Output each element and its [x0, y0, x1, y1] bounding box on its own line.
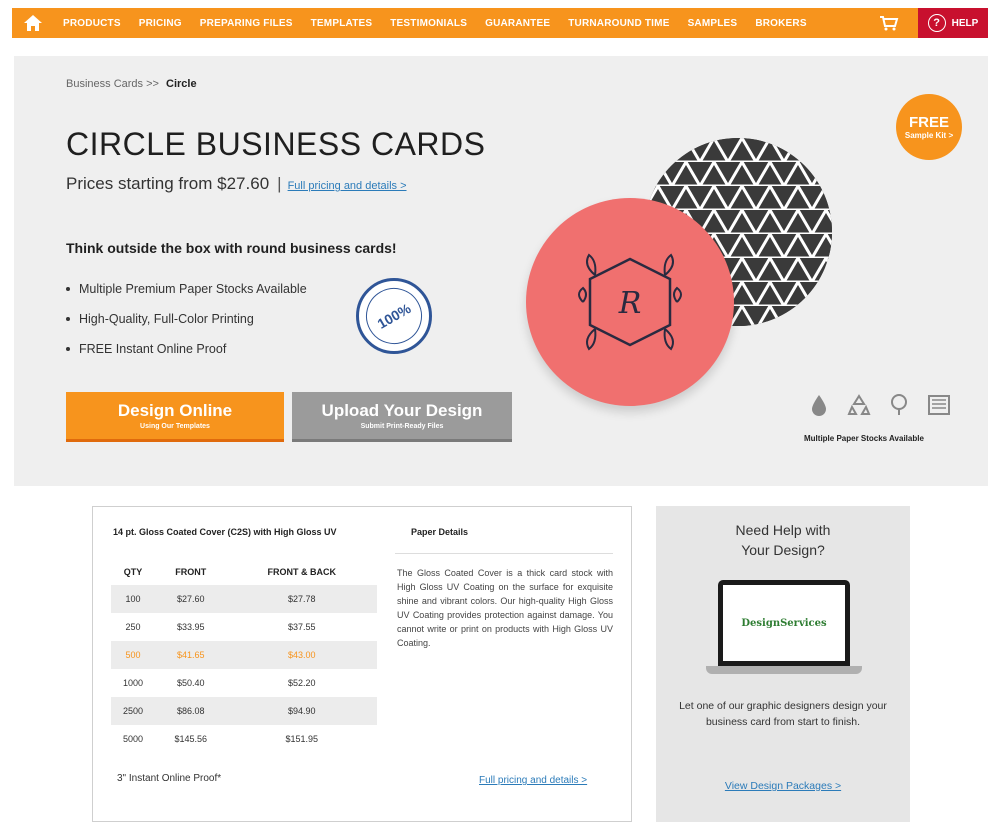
- top-nav: PRODUCTS PRICING PREPARING FILES TEMPLAT…: [12, 8, 988, 38]
- table-row[interactable]: 1000 $50.40 $52.20: [111, 669, 377, 697]
- feature-item: FREE Instant Online Proof: [66, 342, 307, 356]
- column-header: FRONT & BACK: [267, 567, 337, 577]
- front-price-cell: $50.40: [176, 678, 205, 688]
- help-label: HELP: [951, 17, 979, 29]
- stock-title: 14 pt. Gloss Coated Cover (C2S) with Hig…: [113, 527, 337, 537]
- price-separator: |: [277, 174, 282, 193]
- tagline: Think outside the box with round busines…: [66, 240, 397, 256]
- nav-item-preparing-files[interactable]: PREPARING FILES: [191, 18, 302, 29]
- table-row[interactable]: 100 $27.60 $27.78: [111, 585, 377, 613]
- nav-item-brokers[interactable]: BROKERS: [746, 18, 815, 29]
- table-row[interactable]: 5000 $145.56 $151.95: [111, 725, 377, 753]
- view-design-packages-link[interactable]: View Design Packages >: [656, 780, 910, 792]
- table-row[interactable]: 2500 $86.08 $94.90: [111, 697, 377, 725]
- free-badge-small: Sample Kit >: [904, 130, 954, 140]
- front-price-cell: $27.60: [155, 585, 227, 613]
- floral-frame-icon: R: [578, 253, 682, 351]
- design-online-button[interactable]: Design Online Using Our Templates: [66, 392, 284, 442]
- instant-proof-note: 3" Instant Online Proof*: [117, 773, 222, 784]
- eco-icons: [802, 392, 956, 418]
- free-sample-kit-badge[interactable]: FREE Sample Kit >: [896, 94, 962, 160]
- nav-item-guarantee[interactable]: GUARANTEE: [476, 18, 559, 29]
- upload-design-sublabel: Submit Print-Ready Files: [360, 423, 444, 430]
- seal-text: 100%: [374, 300, 414, 332]
- upload-design-label: Upload Your Design: [321, 401, 483, 420]
- page-title: CIRCLE BUSINESS CARDS: [66, 126, 486, 162]
- qty-cell: 1000: [122, 678, 144, 688]
- qty-cell: 2500: [111, 697, 155, 725]
- help-description: Let one of our graphic designers design …: [679, 700, 887, 729]
- qty-cell: 5000: [122, 734, 144, 744]
- nav-item-testimonials[interactable]: TESTIMONIALS: [381, 18, 476, 29]
- table-row[interactable]: 250 $33.95 $37.55: [111, 613, 377, 641]
- details-divider: [395, 553, 613, 554]
- front-back-price-cell: $52.20: [287, 678, 316, 688]
- design-online-label: Design Online: [117, 401, 233, 420]
- front-price-cell: $145.56: [174, 734, 208, 744]
- breadcrumb: Business Cards >> Circle: [66, 78, 197, 90]
- upload-design-button[interactable]: Upload Your Design Submit Print-Ready Fi…: [292, 392, 512, 442]
- qty-cell: 500: [111, 641, 155, 669]
- help-heading-line1: Need Help with: [735, 522, 831, 538]
- front-back-price-cell: $27.78: [226, 585, 377, 613]
- nav-item-pricing[interactable]: PRICING: [130, 18, 191, 29]
- question-icon: ?: [927, 14, 946, 32]
- front-back-price-cell: $43.00: [226, 641, 377, 669]
- qty-cell: 100: [111, 585, 155, 613]
- nav-item-templates[interactable]: TEMPLATES: [302, 18, 382, 29]
- cart-icon[interactable]: [874, 8, 904, 38]
- front-price-cell: $33.95: [176, 622, 205, 632]
- monogram-letter: R: [618, 286, 642, 321]
- pricing-panel: 14 pt. Gloss Coated Cover (C2S) with Hig…: [92, 506, 632, 822]
- table-header-row: QTY FRONT FRONT & BACK: [111, 559, 377, 585]
- table-row-highlighted[interactable]: 500 $41.65 $43.00: [111, 641, 377, 669]
- paper-details-text: The Gloss Coated Cover is a thick card s…: [397, 568, 613, 648]
- feature-item: Multiple Premium Paper Stocks Available: [66, 282, 307, 296]
- pricing-link[interactable]: Full pricing and details >: [288, 180, 407, 192]
- front-back-price-cell: $151.95: [285, 734, 319, 744]
- usa-made-icon: [922, 392, 956, 418]
- breadcrumb-current: Circle: [166, 78, 197, 90]
- price-table: QTY FRONT FRONT & BACK 100 $27.60 $27.78…: [111, 559, 377, 753]
- front-price-cell: $86.08: [155, 697, 227, 725]
- nav-item-products[interactable]: PRODUCTS: [54, 18, 130, 29]
- full-pricing-link[interactable]: Full pricing and details >: [479, 775, 587, 786]
- front-back-price-cell: $94.90: [226, 697, 377, 725]
- front-back-price-cell: $37.55: [287, 622, 316, 632]
- qty-cell: 250: [125, 622, 141, 632]
- paper-stocks-caption: Multiple Paper Stocks Available: [804, 434, 924, 443]
- paper-details-title: Paper Details: [411, 527, 469, 537]
- home-icon[interactable]: [12, 8, 54, 38]
- nav-item-turnaround-time[interactable]: TURNAROUND TIME: [559, 18, 678, 29]
- nav-item-samples[interactable]: SAMPLES: [679, 18, 747, 29]
- hero-section: Business Cards >> Circle CIRCLE BUSINESS…: [14, 56, 988, 486]
- satisfaction-guarantee-seal: 100%: [355, 277, 433, 355]
- free-badge-big: FREE: [908, 113, 949, 131]
- front-price-cell: $41.65: [155, 641, 227, 669]
- nav-items: PRODUCTS PRICING PREPARING FILES TEMPLAT…: [54, 8, 816, 38]
- help-heading-line2: Your Design?: [741, 542, 825, 559]
- water-drop-icon: [802, 392, 836, 418]
- column-header: QTY: [123, 567, 143, 577]
- design-help-panel: Need Help with Your Design? DesignServic…: [656, 506, 910, 822]
- breadcrumb-parent[interactable]: Business Cards >>: [66, 78, 159, 90]
- help-heading: Need Help with Your Design?: [656, 520, 910, 561]
- starting-price: Prices starting from $27.60: [66, 174, 270, 193]
- feature-list: Multiple Premium Paper Stocks Available …: [66, 282, 307, 372]
- monogram-card-image: R: [526, 198, 734, 406]
- recycle-icon: [842, 392, 876, 418]
- column-header: FRONT: [175, 567, 207, 577]
- feature-item: High-Quality, Full-Color Printing: [66, 312, 307, 326]
- design-services-logo: DesignServices: [741, 617, 827, 629]
- help-button[interactable]: ? HELP: [918, 8, 988, 38]
- tree-icon: [882, 392, 916, 418]
- laptop-image: DesignServices: [706, 580, 862, 674]
- design-online-sublabel: Using Our Templates: [140, 423, 210, 430]
- price-line: Prices starting from $27.60 | Full prici…: [66, 174, 407, 194]
